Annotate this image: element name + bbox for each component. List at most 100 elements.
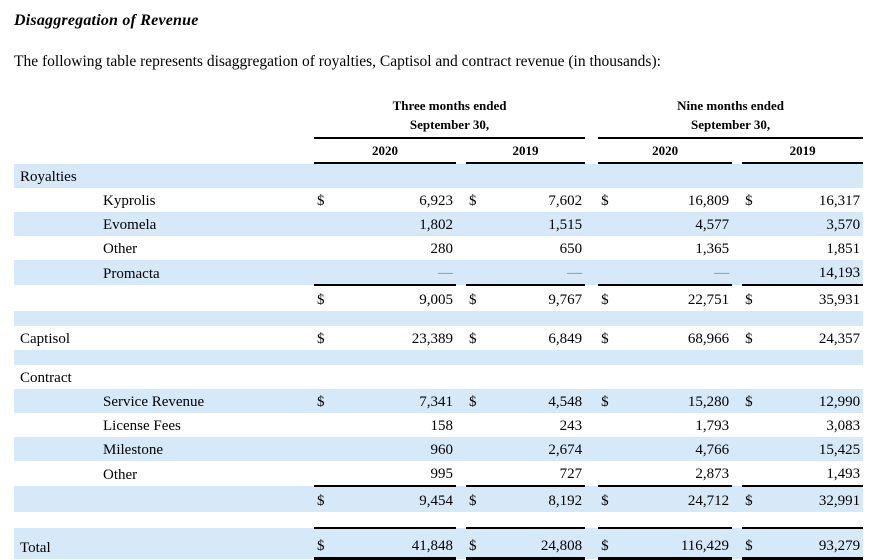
value-cell: 14,193 — [818, 265, 861, 281]
value-cell: 8,192 — [490, 485, 586, 512]
column-gap — [585, 413, 598, 437]
dollar-sign: $ — [469, 331, 477, 347]
row-label: Promacta — [103, 266, 160, 282]
dollar-sign — [598, 260, 622, 285]
value-cell: 3,570 — [826, 217, 861, 233]
value-cell: 41,848 — [338, 527, 456, 560]
value-cell: 1,793 — [695, 418, 730, 434]
dollar-sign — [598, 461, 622, 486]
value-cell: 4,766 — [695, 442, 730, 458]
row-milestone: Milestone 960 2,674 4,766 15,425 — [14, 437, 864, 461]
spacer-row — [14, 311, 864, 326]
dollar-sign: $ — [469, 394, 477, 410]
value-cell: — — [714, 265, 730, 281]
value-cell: — — [438, 265, 453, 281]
year-header-3mo-2020: 2020 — [314, 138, 456, 164]
column-gap — [732, 188, 742, 212]
document-page: Disaggregation of Revenue The following … — [0, 0, 878, 560]
dollar-sign: $ — [598, 284, 623, 311]
revenue-table: Three months ended September 30, Nine mo… — [14, 96, 864, 560]
dollar-sign — [466, 260, 490, 285]
column-gap — [456, 461, 466, 486]
column-gap — [732, 260, 742, 285]
page-title: Disaggregation of Revenue — [14, 12, 199, 29]
row-captisol: Captisol $23,389 $6,849 $68,966 $24,357 — [14, 326, 863, 350]
dollar-sign: $ — [742, 284, 767, 311]
column-gap — [732, 326, 742, 350]
row-total: Total $41,848 $24,808 $116,429 $93,279 — [14, 527, 864, 560]
dollar-sign: $ — [317, 394, 325, 410]
value-cell: 280 — [430, 241, 454, 257]
dollar-sign: $ — [598, 485, 623, 512]
spacer-row — [14, 512, 863, 528]
value-cell: 23,389 — [411, 331, 453, 347]
dollar-sign — [742, 260, 766, 285]
dollar-sign: $ — [601, 331, 609, 347]
value-cell: 16,809 — [687, 193, 730, 209]
section-label: Royalties — [20, 169, 77, 185]
year-header-row: 2020 2019 2020 2019 — [14, 138, 864, 164]
value-cell: 35,931 — [766, 284, 864, 311]
spacer-cell — [14, 350, 863, 365]
row-label — [14, 486, 314, 512]
row-other: Other 995 727 2,873 1,493 — [14, 461, 863, 486]
column-gap — [585, 212, 598, 236]
value-cell: 650 — [559, 241, 583, 257]
column-gap — [585, 389, 598, 413]
dollar-sign — [314, 236, 338, 260]
value-cell: 9,454 — [338, 485, 456, 512]
dollar-sign: $ — [598, 527, 623, 560]
column-gap — [456, 437, 466, 461]
column-gap — [585, 188, 598, 212]
dollar-sign: $ — [745, 193, 753, 209]
value-cell: 727 — [559, 466, 583, 482]
dollar-sign: $ — [314, 485, 338, 512]
value-cell: 12,990 — [818, 394, 861, 410]
period-label: Three months ended — [392, 98, 507, 113]
row-label: Other — [103, 241, 138, 257]
row-label: License Fees — [103, 418, 181, 434]
value-cell: 15,280 — [687, 394, 730, 410]
dollar-sign: $ — [745, 394, 753, 410]
dollar-sign — [598, 236, 622, 260]
dollar-sign: $ — [317, 193, 325, 209]
row-label: Service Revenue — [103, 394, 205, 410]
dollar-sign: $ — [742, 527, 767, 560]
value-cell: 116,429 — [622, 527, 733, 560]
value-cell: 7,602 — [548, 193, 583, 209]
row-evomela: Evomela 1,802 1,515 4,577 3,570 — [14, 212, 864, 236]
dollar-sign — [742, 212, 766, 236]
column-gap — [456, 236, 466, 260]
year-header-9mo-2019: 2019 — [742, 138, 864, 164]
row-royalties: Royalties — [14, 163, 864, 188]
dollar-sign — [598, 413, 622, 437]
dollar-sign: $ — [466, 485, 490, 512]
row-subtotal: $9,454 $8,192 $24,712 $32,991 — [14, 485, 864, 512]
row-label: Kyprolis — [103, 193, 156, 209]
column-gap — [456, 260, 466, 285]
period-header-three-months: Three months ended September 30, — [314, 96, 586, 139]
header-gap — [456, 138, 466, 163]
column-gap — [456, 413, 466, 437]
value-cell: 2,674 — [548, 442, 583, 458]
dollar-sign — [314, 413, 338, 437]
value-cell: 22,751 — [622, 284, 733, 311]
column-gap — [456, 486, 466, 512]
header-gap — [732, 138, 742, 163]
dollar-sign — [314, 212, 338, 236]
column-gap — [456, 212, 466, 236]
table-body: Royalties Kyprolis $6,923 $7,602 $16,809 $16,… — [14, 163, 864, 560]
row-promacta: Promacta — — — 14,193 — [14, 260, 864, 285]
section-label: Contract — [20, 370, 72, 386]
value-cell: 1,802 — [419, 217, 453, 233]
dollar-sign: $ — [742, 485, 767, 512]
column-gap — [585, 326, 598, 350]
dollar-sign — [742, 413, 766, 437]
period-header-row: Three months ended September 30, Nine mo… — [14, 96, 864, 139]
column-gap — [585, 461, 598, 486]
header-gap — [585, 138, 598, 163]
column-gap — [585, 486, 598, 512]
column-gap — [585, 236, 598, 260]
column-gap — [732, 461, 742, 486]
column-gap — [732, 413, 742, 437]
